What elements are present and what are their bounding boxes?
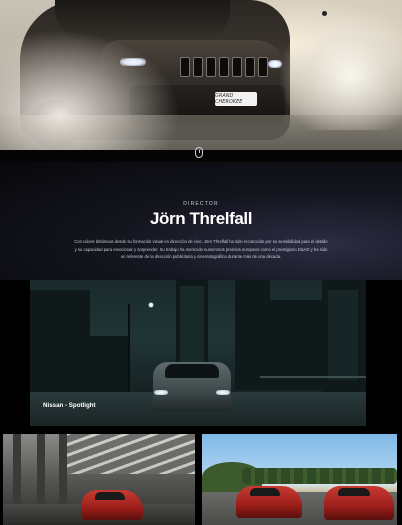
tunnel-pillar — [37, 434, 45, 504]
red-sedan-window — [95, 492, 125, 500]
nissan-suv-window — [165, 364, 219, 378]
license-plate-text: GRAND CHEROKEE — [215, 93, 243, 105]
hero-video[interactable]: GRAND CHEROKEE — [0, 0, 402, 150]
coast-trees — [242, 468, 397, 484]
featured-project-card[interactable]: Nissan - Spotlight — [30, 280, 366, 426]
building — [30, 290, 90, 400]
projects-section: Nissan - Spotlight — [0, 280, 402, 525]
road-rail — [260, 376, 366, 378]
building — [88, 336, 128, 396]
nissan-headlight-left — [154, 390, 168, 395]
red-sedan-window — [250, 488, 280, 496]
tunnel-ceiling — [63, 434, 195, 474]
tunnel-pillar — [13, 434, 21, 504]
street-lamp-light — [148, 302, 154, 308]
project-thumbnail-coast[interactable] — [202, 434, 397, 525]
red-sedan-window — [338, 488, 370, 496]
director-name: Jörn Threlfall — [149, 209, 253, 228]
featured-project-caption: Nissan - Spotlight — [43, 402, 96, 409]
building-windows — [180, 286, 204, 366]
director-bio: Con raíces británicas desde su formación… — [74, 239, 328, 260]
jeep-grille — [178, 55, 270, 79]
street-lamp-pole — [128, 304, 130, 394]
water-spray-right — [280, 10, 402, 130]
director-section: DIRECTOR Jörn Threlfall Con raíces britá… — [0, 162, 402, 280]
bird-dot-icon — [322, 11, 327, 16]
project-thumbnail-tunnel[interactable] — [3, 434, 195, 525]
tunnel-pillar — [59, 434, 67, 504]
building — [235, 280, 270, 390]
license-plate: GRAND CHEROKEE — [215, 92, 257, 106]
director-eyebrow: DIRECTOR — [183, 201, 219, 207]
mouse-scroll-icon[interactable] — [195, 147, 203, 158]
nissan-headlight-right — [216, 390, 230, 395]
building-windows — [328, 290, 358, 380]
water-spray-left — [0, 30, 180, 150]
